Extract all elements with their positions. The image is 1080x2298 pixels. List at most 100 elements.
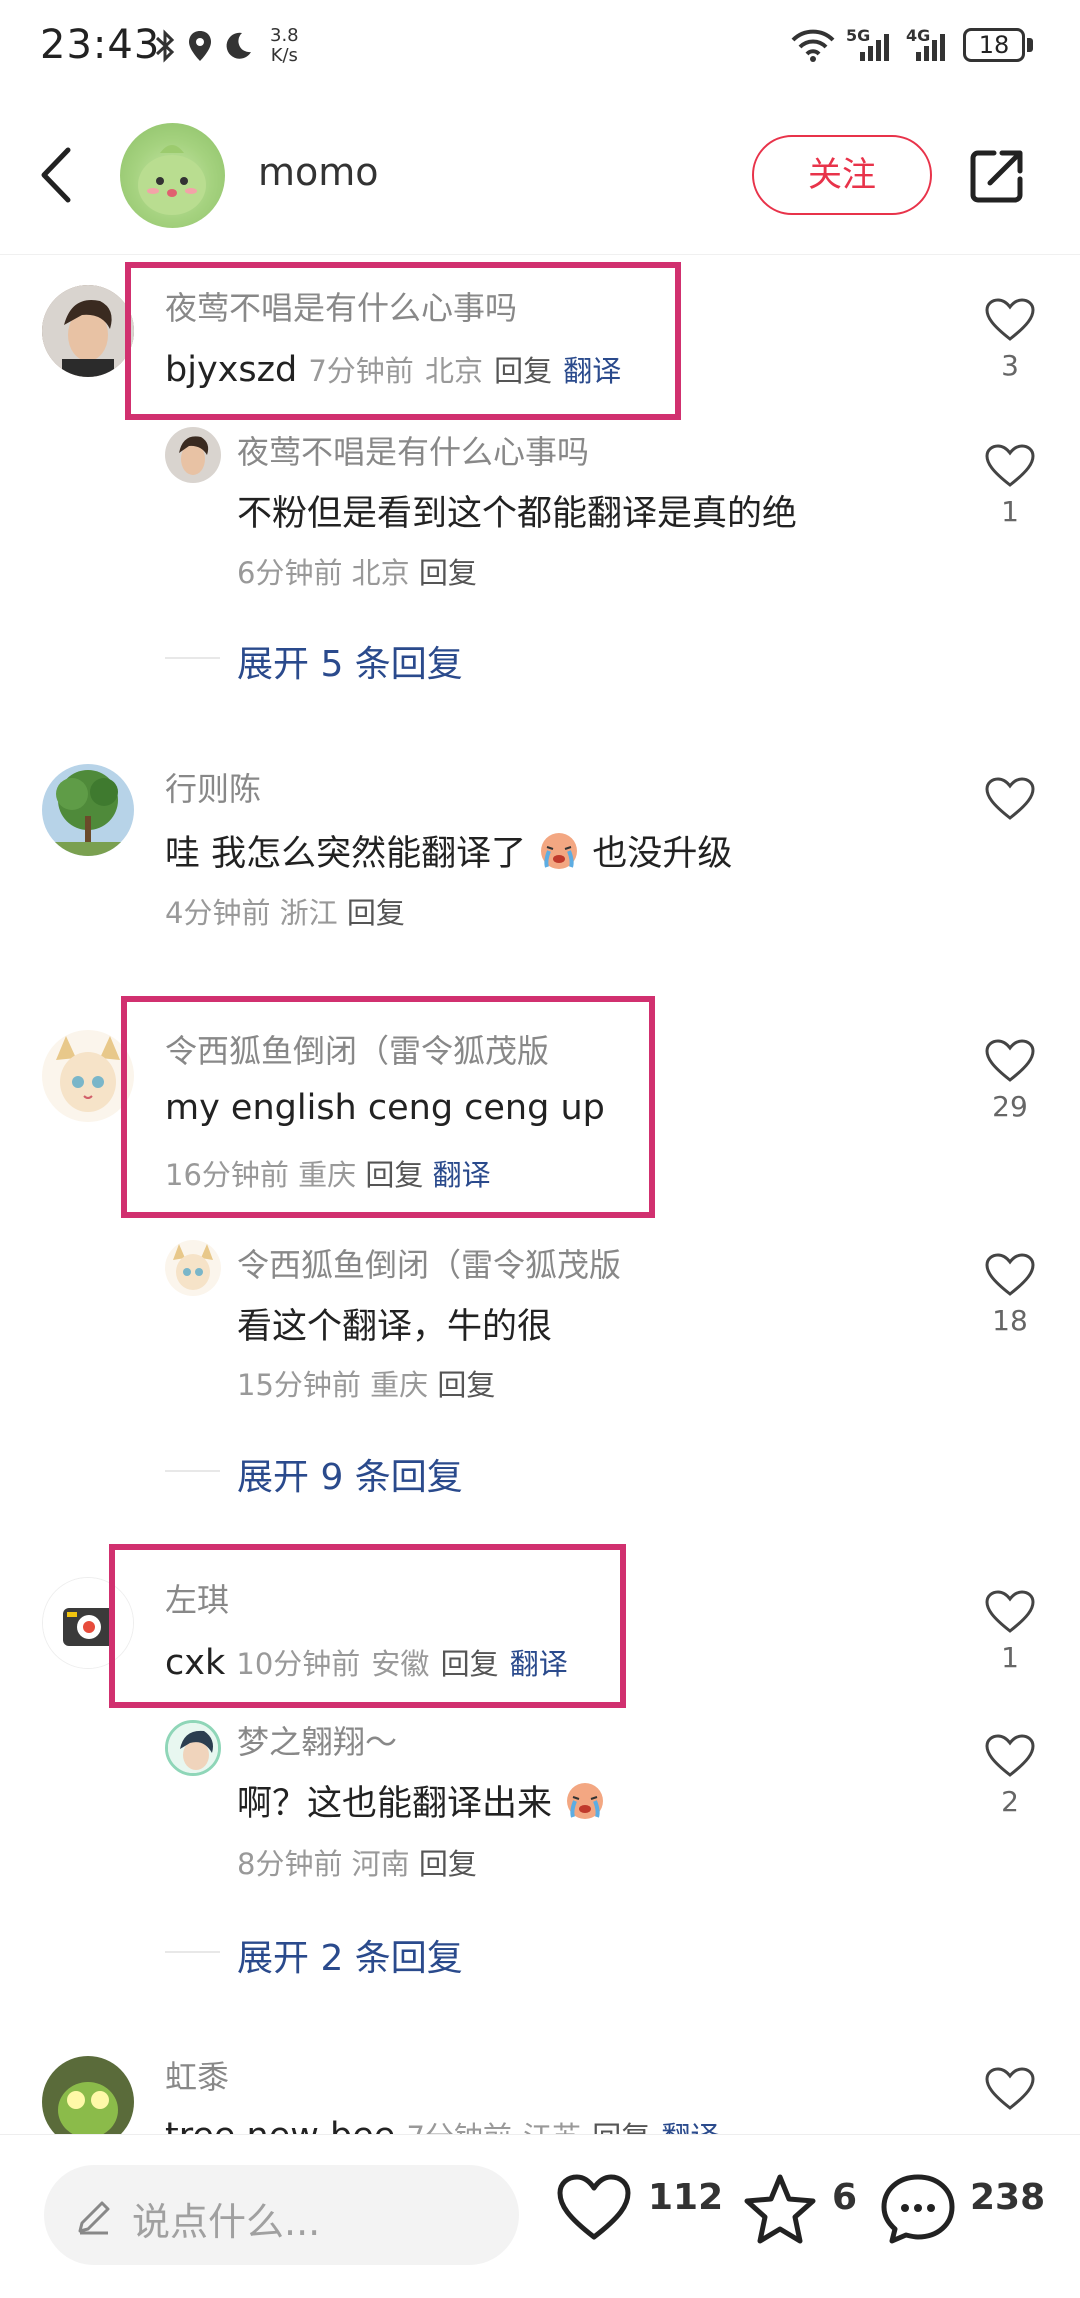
heart-icon — [985, 1590, 1035, 1633]
reply-time: 6分钟前 — [237, 556, 343, 590]
commenter-name[interactable]: 行则陈 — [165, 764, 261, 810]
like-button[interactable] — [982, 2066, 1038, 2112]
divider — [165, 1470, 220, 1472]
reply-text-main: 啊？这也能翻译出来 — [237, 1784, 553, 1824]
reply-link[interactable]: 回复 — [419, 556, 477, 590]
like-button[interactable]: 29 — [982, 1038, 1038, 1123]
like-count: 3 — [1001, 349, 1019, 382]
like-button[interactable]: 18 — [982, 1252, 1038, 1337]
reply-link[interactable]: 回复 — [347, 896, 405, 930]
comment-text-main: 哇 我怎么突然能翻译了 — [165, 834, 527, 874]
author-name[interactable]: momo — [258, 150, 379, 194]
like-count: 18 — [992, 1304, 1028, 1337]
comment-total: 238 — [970, 2177, 1046, 2218]
reply-link[interactable]: 回复 — [419, 1847, 477, 1881]
star-icon[interactable] — [742, 2173, 818, 2245]
heart-icon — [985, 298, 1035, 341]
commenter-name[interactable]: 虹黍 — [165, 2052, 229, 2098]
comment-icon[interactable] — [880, 2173, 956, 2245]
commenter-avatar[interactable] — [42, 2056, 134, 2134]
highlight-box — [109, 1544, 626, 1708]
moon-icon — [226, 32, 251, 59]
reply-text: 看这个翻译，牛的很 — [237, 1307, 553, 1347]
avatar-image — [42, 2056, 134, 2134]
reply-avatar[interactable] — [165, 427, 221, 483]
expand-replies-label[interactable]: 展开 5 条回复 — [237, 635, 463, 687]
comment-input-placeholder: 说点什么... — [132, 2200, 321, 2244]
reply-avatar[interactable] — [165, 1720, 221, 1776]
divider — [165, 657, 220, 659]
heart-icon — [985, 777, 1035, 820]
like-count: 1 — [1001, 1641, 1019, 1674]
battery-level: 18 — [978, 31, 1010, 59]
commenter-avatar[interactable] — [42, 764, 134, 856]
status-bar: 23:43 3.8 K/s 5G 4G 18 — [0, 0, 1080, 95]
reply-time: 15分钟前 — [237, 1368, 361, 1402]
comment-time: 7分钟前 — [406, 2120, 511, 2134]
bluetooth-icon — [155, 29, 175, 63]
speed-unit: K/s — [270, 45, 298, 66]
pencil-icon — [78, 2201, 110, 2235]
commenter-avatar[interactable] — [42, 285, 134, 377]
reply-time: 8分钟前 — [237, 1847, 343, 1881]
like-count: 1 — [1001, 495, 1019, 528]
battery-nub — [1027, 38, 1033, 52]
reply-link[interactable]: 回复 — [437, 1368, 495, 1402]
network-speed: 3.8 K/s — [270, 26, 299, 66]
reply-name[interactable]: 令西狐鱼倒闭（雷令狐茂版 — [237, 1240, 621, 1286]
heart-icon — [985, 444, 1035, 487]
crying-emoji-icon — [537, 827, 581, 880]
reply-text: 不粉但是看到这个都能翻译是真的绝 — [237, 494, 798, 534]
like-total: 112 — [648, 2177, 724, 2218]
header: momo 关注 — [0, 95, 1080, 255]
highlight-box — [125, 262, 681, 420]
comment-item: 虹黍 tree new bee 7分钟前 江苏 回复 翻译 — [0, 2040, 1080, 2134]
like-count: 2 — [1001, 1785, 1019, 1818]
comment-text-tail: 也没升级 — [592, 834, 733, 874]
avatar-image — [168, 1723, 218, 1773]
reply-avatar[interactable] — [165, 1240, 221, 1296]
comment-location: 江苏 — [523, 2120, 581, 2134]
comment-input[interactable]: 说点什么... — [44, 2165, 519, 2265]
avatar-image — [42, 285, 134, 377]
comment-time: 4分钟前 — [165, 896, 271, 930]
signal-icon — [860, 34, 889, 61]
reply-name[interactable]: 夜莺不唱是有什么心事吗 — [237, 427, 589, 473]
comment-text: tree new bee — [165, 2116, 395, 2134]
like-button[interactable]: 1 — [982, 1589, 1038, 1674]
comment-meta: 4分钟前 浙江 回复 — [165, 890, 405, 932]
comment-location: 浙江 — [279, 896, 338, 930]
reply-text: 啊？这也能翻译出来 — [237, 1775, 607, 1830]
highlight-box — [121, 996, 655, 1218]
reply-location: 河南 — [351, 1847, 410, 1881]
location-icon — [189, 31, 211, 61]
translate-link[interactable]: 翻译 — [661, 2120, 719, 2134]
comment-text: 哇 我怎么突然能翻译了 也没升级 — [165, 825, 732, 880]
crying-emoji-icon — [563, 1777, 607, 1830]
reply-location: 重庆 — [370, 1368, 429, 1402]
reply-link[interactable]: 回复 — [592, 2120, 650, 2134]
reply-meta: 15分钟前 重庆 回复 — [237, 1362, 495, 1404]
divider — [165, 1951, 220, 1953]
heart-icon — [985, 2067, 1035, 2110]
like-button[interactable]: 2 — [982, 1733, 1038, 1818]
share-icon[interactable] — [968, 147, 1026, 205]
status-time: 23:43 — [40, 22, 161, 68]
bottom-bar: 说点什么... 112 6 238 — [0, 2134, 1080, 2298]
back-arrow-icon[interactable] — [36, 145, 76, 205]
author-avatar[interactable] — [120, 123, 225, 228]
like-button[interactable]: 3 — [982, 297, 1038, 382]
follow-button[interactable]: 关注 — [752, 135, 932, 215]
expand-replies-label[interactable]: 展开 9 条回复 — [237, 1448, 463, 1500]
like-icon[interactable] — [556, 2173, 632, 2243]
heart-icon — [985, 1039, 1035, 1082]
reply-name[interactable]: 梦之翱翔～ — [237, 1717, 397, 1763]
signal-icon-2 — [916, 34, 945, 61]
avatar-image — [179, 436, 209, 475]
reply-meta: 8分钟前 河南 回复 — [237, 1841, 477, 1883]
like-button[interactable]: 1 — [982, 443, 1038, 528]
battery-icon: 18 — [963, 28, 1025, 62]
expand-replies-label[interactable]: 展开 2 条回复 — [237, 1929, 463, 1981]
avatar-image — [42, 764, 134, 856]
like-button[interactable] — [982, 776, 1038, 822]
